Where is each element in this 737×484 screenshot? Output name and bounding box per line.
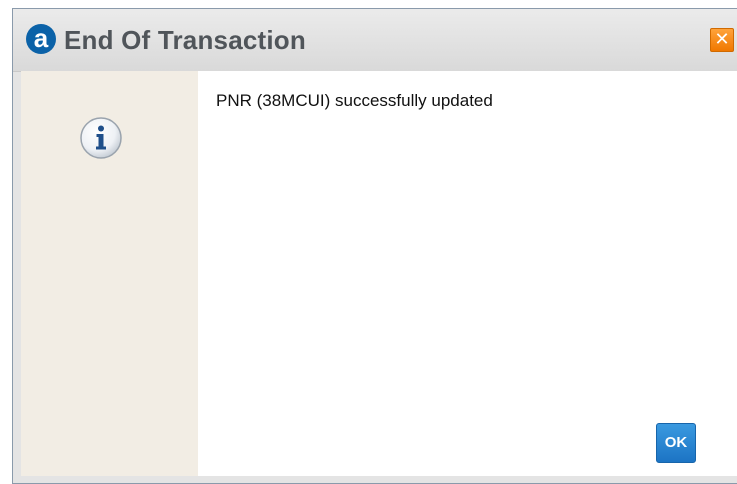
- dialog-title: End Of Transaction: [64, 25, 306, 55]
- info-icon: [80, 117, 122, 159]
- end-of-transaction-dialog: a End Of Transaction ✕ PNR (38MCUI) succ…: [12, 8, 737, 484]
- ok-button[interactable]: OK: [656, 423, 696, 463]
- dialog-message: PNR (38MCUI) successfully updated: [216, 91, 493, 110]
- close-button[interactable]: ✕: [710, 28, 734, 52]
- close-icon: ✕: [714, 29, 730, 50]
- dialog-titlebar[interactable]: a End Of Transaction ✕: [13, 9, 737, 72]
- icon-column: [21, 71, 198, 476]
- dialog-body: PNR (38MCUI) successfully updated OK: [21, 71, 737, 476]
- amadeus-logo-icon: a: [26, 24, 56, 54]
